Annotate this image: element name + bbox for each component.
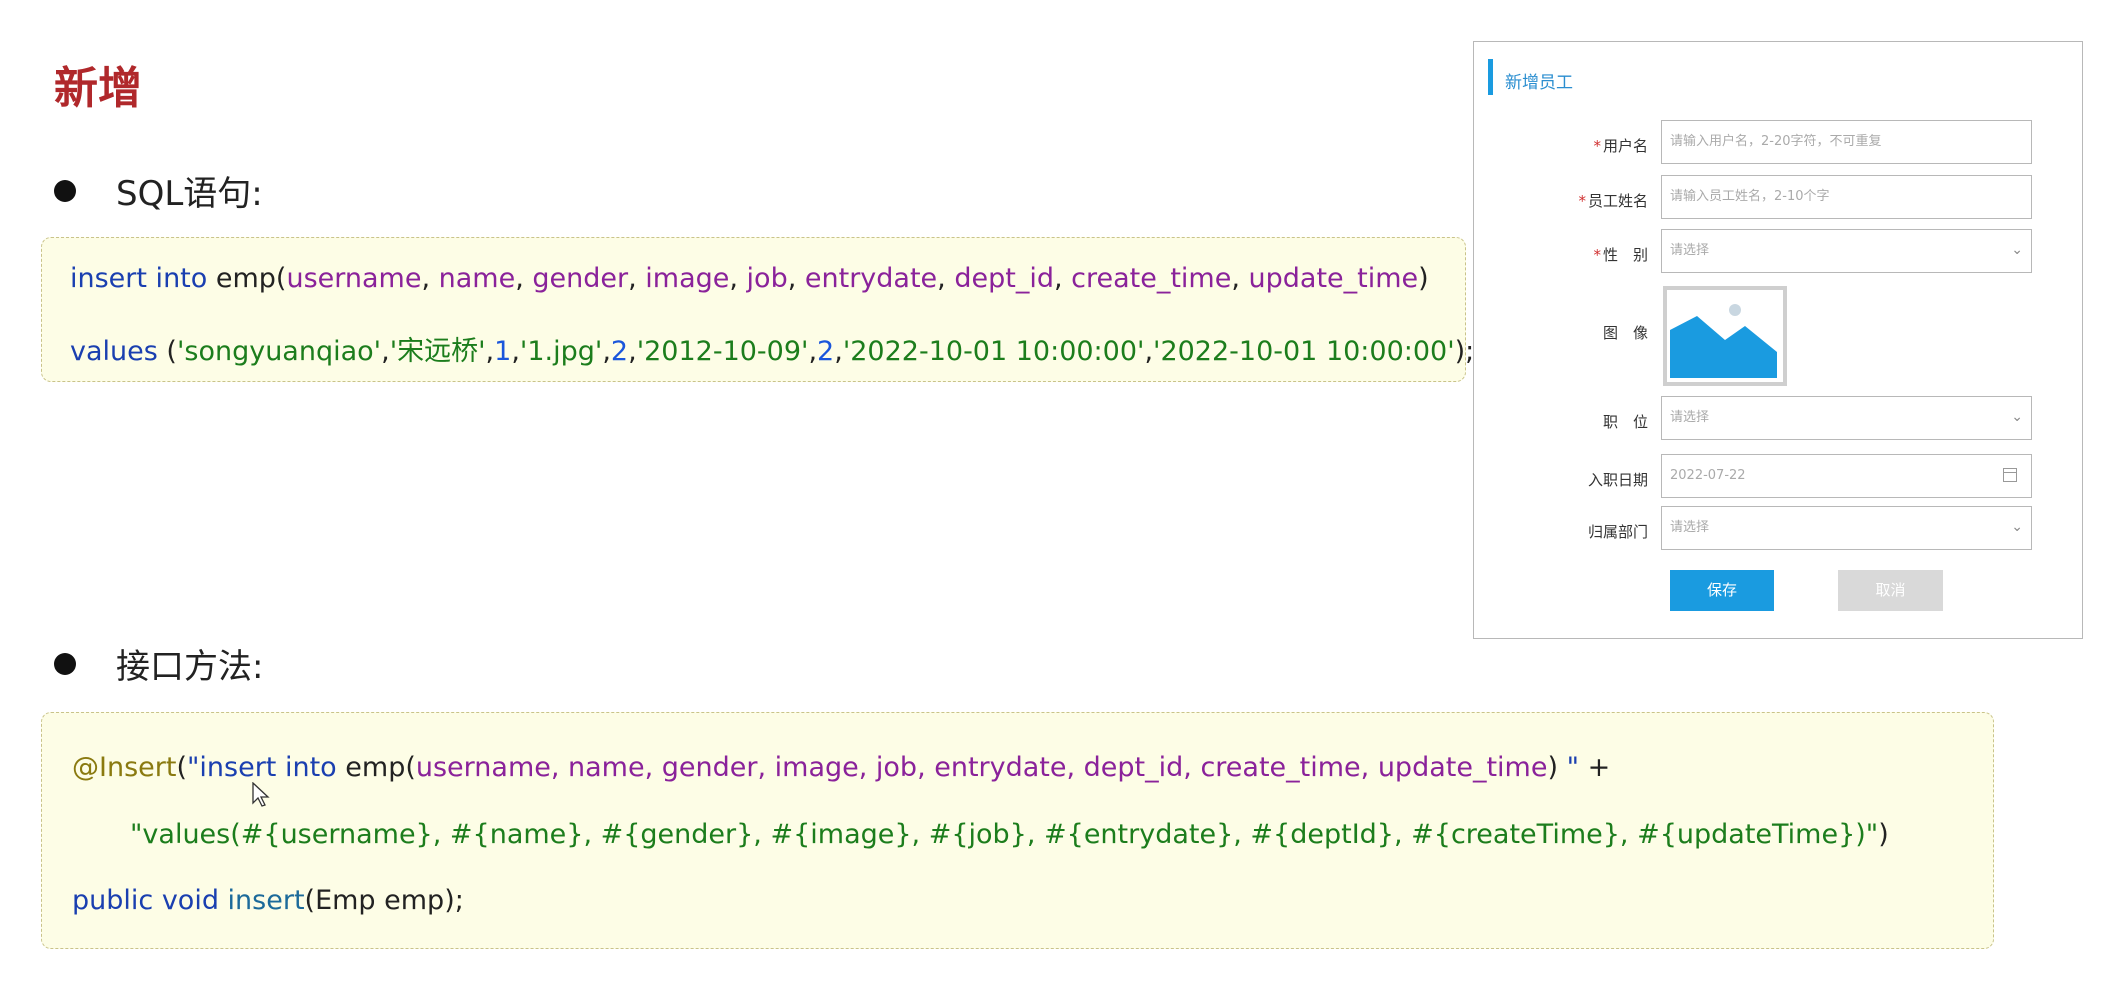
bullet-icon	[54, 179, 76, 202]
add-employee-form: 新增员工 * 用户名 请输入用户名，2-20字符，不可重复 * 员工姓名 请输入员工…	[1473, 41, 2083, 639]
cancel-button[interactable]: 取消	[1838, 570, 1943, 611]
calendar-icon	[2003, 468, 2017, 482]
image-upload[interactable]	[1663, 286, 1787, 386]
entrydate-value: 2022-07-22	[1670, 468, 1746, 483]
username-input[interactable]: 请输入用户名，2-20字符，不可重复	[1661, 120, 2032, 164]
name-label: * 员工姓名	[1578, 192, 1648, 210]
image-label: 图 像	[1602, 324, 1648, 342]
sql-line-1: insert into emp(username, name, gender, …	[70, 263, 1429, 294]
gender-select-value: 请选择	[1670, 243, 1710, 258]
job-select[interactable]: 请选择 ⌄	[1661, 396, 2032, 440]
image-placeholder-icon	[1670, 304, 1777, 378]
sql-code-block: insert into emp(username, name, gender, …	[41, 237, 1474, 382]
api-line-2: "values(#{username}, #{name}, #{gender},…	[130, 819, 1889, 850]
form-title: 新增员工	[1505, 73, 1573, 93]
username-label: * 用户名	[1593, 137, 1648, 155]
chevron-down-icon: ⌄	[2011, 409, 2023, 425]
sql-section-label: SQL语句:	[116, 174, 263, 214]
dept-label: 归属部门	[1587, 523, 1648, 541]
dept-select[interactable]: 请选择 ⌄	[1661, 506, 2032, 550]
chevron-down-icon: ⌄	[2011, 242, 2023, 258]
gender-label: * 性 别	[1593, 246, 1648, 264]
api-code-block: @Insert("insert into emp(username, name,…	[41, 712, 1994, 949]
api-line-3: public void insert(Emp emp);	[72, 885, 464, 916]
entrydate-label: 入职日期	[1587, 471, 1648, 489]
job-select-value: 请选择	[1670, 410, 1710, 425]
page-title: 新增	[54, 63, 142, 114]
save-button[interactable]: 保存	[1670, 570, 1774, 611]
gender-select[interactable]: 请选择 ⌄	[1661, 229, 2032, 273]
entrydate-picker[interactable]: 2022-07-22	[1661, 454, 2032, 498]
dept-select-value: 请选择	[1670, 520, 1710, 535]
title-accent-bar	[1488, 59, 1493, 95]
api-section-label: 接口方法:	[116, 647, 264, 687]
name-input[interactable]: 请输入员工姓名，2-10个字	[1661, 175, 2032, 219]
bullet-icon	[54, 652, 76, 675]
sql-section-heading: SQL语句:	[54, 166, 263, 215]
sql-line-2: values ('songyuanqiao','宋远桥',1,'1.jpg',2…	[70, 336, 1475, 367]
job-label: 职 位	[1602, 413, 1648, 431]
api-section-heading: 接口方法:	[54, 639, 263, 688]
chevron-down-icon: ⌄	[2011, 519, 2023, 535]
mouse-cursor-icon	[252, 782, 270, 807]
api-line-1: @Insert("insert into emp(username, name,…	[72, 752, 1611, 783]
